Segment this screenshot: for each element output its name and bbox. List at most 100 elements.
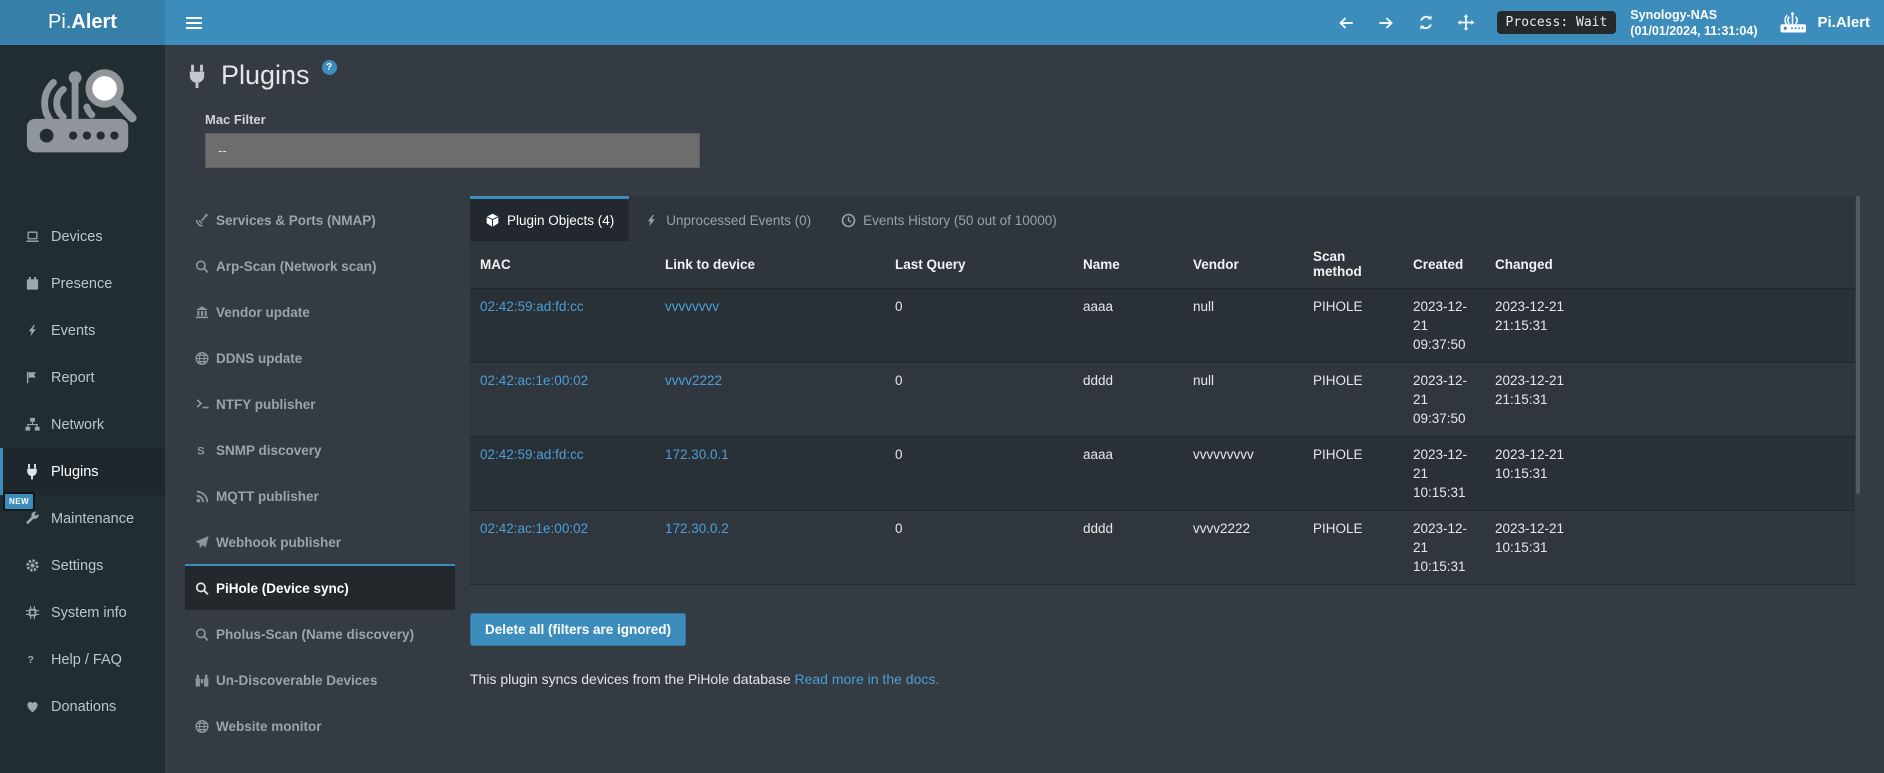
s-letter-icon: S bbox=[193, 443, 211, 458]
column-header-name[interactable]: Name bbox=[1073, 241, 1183, 289]
column-header-link-to-device[interactable]: Link to device bbox=[655, 241, 885, 289]
cell-mac: 02:42:59:ad:fd:cc bbox=[470, 289, 655, 363]
app-logo[interactable]: Pi.Alert bbox=[0, 0, 165, 45]
cell-changed: 2023-12-2121:15:31 bbox=[1485, 363, 1855, 437]
app-ident: Pi.Alert bbox=[1779, 10, 1870, 36]
cell-link: vvvvvvvv bbox=[655, 289, 885, 363]
rss-icon bbox=[193, 489, 211, 504]
plugin-nav-item-webhook-publisher[interactable]: Webhook publisher bbox=[185, 518, 455, 564]
sidebar: Devices PresenceEventsReportNetworkPlugin… bbox=[0, 45, 165, 773]
globe-icon bbox=[193, 351, 211, 366]
mac-link[interactable]: 02:42:59:ad:fd:cc bbox=[480, 447, 584, 462]
cell-name: aaaa bbox=[1073, 437, 1183, 511]
plugin-nav-label: NTFY publisher bbox=[216, 397, 316, 412]
column-header-vendor[interactable]: Vendor bbox=[1183, 241, 1303, 289]
plugin-nav-label: Vendor update bbox=[216, 305, 310, 320]
plugin-nav-item-services-ports-nmap[interactable]: Services & Ports (NMAP) bbox=[185, 196, 455, 242]
table-row: 02:42:59:ad:fd:cc172.30.0.10aaaavvvvvvvv… bbox=[470, 437, 1855, 511]
plugin-nav-label: MQTT publisher bbox=[216, 489, 319, 504]
sidebar-item-label: System info bbox=[51, 605, 127, 621]
plugin-nav-item-vendor-update[interactable]: Vendor update bbox=[185, 288, 455, 334]
cell-vendor: vvvv2222 bbox=[1183, 511, 1303, 585]
sidebar-item-presence[interactable]: Presence bbox=[0, 260, 165, 307]
device-link[interactable]: vvvv2222 bbox=[665, 373, 722, 388]
plugin-nav-label: Services & Ports (NMAP) bbox=[216, 213, 376, 228]
cell-created: 2023-12-2110:15:31 bbox=[1403, 437, 1485, 511]
cell-last_query: 0 bbox=[885, 363, 1073, 437]
refresh-icon[interactable] bbox=[1417, 14, 1435, 32]
plugin-nav-item-ntfy-publisher[interactable]: NTFY publisher bbox=[185, 380, 455, 426]
sidebar-toggle-icon[interactable] bbox=[177, 0, 211, 45]
column-header-mac[interactable]: MAC bbox=[470, 241, 655, 289]
sidebar-item-label: Donations bbox=[51, 699, 116, 715]
host-timestamp: (01/01/2024, 11:31:04) bbox=[1630, 23, 1757, 39]
wrench-icon bbox=[22, 510, 42, 527]
question-icon: ? bbox=[22, 651, 42, 668]
cell-link: 172.30.0.1 bbox=[655, 437, 885, 511]
tab-unprocessed-events-0[interactable]: Unprocessed Events (0) bbox=[629, 196, 826, 241]
cell-name: dddd bbox=[1073, 511, 1183, 585]
plugin-nav-item-pholus-scan-name-discovery[interactable]: Pholus-Scan (Name discovery) bbox=[185, 610, 455, 656]
sidebar-item-help-faq[interactable]: ?Help / FAQ bbox=[0, 636, 165, 683]
tab-events-history-50-out-of-10000[interactable]: Events History (50 out of 10000) bbox=[826, 196, 1072, 241]
mac-link[interactable]: 02:42:ac:1e:00:02 bbox=[480, 521, 588, 536]
tab-label: Plugin Objects (4) bbox=[507, 213, 614, 228]
plugin-nav-item-website-monitor[interactable]: Website monitor bbox=[185, 702, 455, 748]
sidebar-item-events[interactable]: Events bbox=[0, 307, 165, 354]
plugin-nav-item-pihole-device-sync[interactable]: PiHole (Device sync) bbox=[185, 564, 455, 610]
mac-link[interactable]: 02:42:59:ad:fd:cc bbox=[480, 299, 584, 314]
device-link[interactable]: 172.30.0.1 bbox=[665, 447, 729, 462]
sidebar-item-plugins[interactable]: Plugins bbox=[0, 448, 165, 495]
topbar: Pi.Alert Process: Wait Synology-NAS (01/… bbox=[0, 0, 1884, 45]
tab-plugin-objects-4[interactable]: Plugin Objects (4) bbox=[470, 196, 629, 241]
plugin-nav-label: Pholus-Scan (Name discovery) bbox=[216, 627, 414, 642]
bank-icon bbox=[193, 305, 211, 320]
cell-mac: 02:42:59:ad:fd:cc bbox=[470, 437, 655, 511]
sidebar-item-network[interactable]: Network bbox=[0, 401, 165, 448]
delete-all-button[interactable]: Delete all (filters are ignored) bbox=[470, 613, 686, 646]
plugin-nav-item-snmp-discovery[interactable]: SSNMP discovery bbox=[185, 426, 455, 472]
heart-icon bbox=[22, 698, 42, 715]
sidebar-item-donations[interactable]: Donations bbox=[0, 683, 165, 730]
table-row: 02:42:59:ad:fd:ccvvvvvvvv0aaaanullPIHOLE… bbox=[470, 289, 1855, 363]
column-header-created[interactable]: Created bbox=[1403, 241, 1485, 289]
satellite-dish-icon bbox=[193, 213, 211, 228]
mac-link[interactable]: 02:42:ac:1e:00:02 bbox=[480, 373, 588, 388]
plugin-detail-panel: Plugin Objects (4) Unprocessed Events (0)… bbox=[470, 196, 1855, 748]
cell-vendor: vvvvvvvvv bbox=[1183, 437, 1303, 511]
plugin-nav-item-ddns-update[interactable]: DDNS update bbox=[185, 334, 455, 380]
plugin-nav-label: Webhook publisher bbox=[216, 535, 341, 550]
arrow-left-icon[interactable] bbox=[1337, 14, 1355, 32]
plugin-nav-label: Website monitor bbox=[216, 719, 322, 734]
column-header-changed[interactable]: Changed bbox=[1485, 241, 1855, 289]
sidebar-item-label: Maintenance bbox=[51, 511, 134, 527]
plugin-description-text: This plugin syncs devices from the PiHol… bbox=[470, 671, 795, 687]
sidebar-item-settings[interactable]: Settings bbox=[0, 542, 165, 589]
device-link[interactable]: 172.30.0.2 bbox=[665, 521, 729, 536]
sidebar-item-label: Devices bbox=[51, 229, 103, 245]
tab-bar: Plugin Objects (4) Unprocessed Events (0)… bbox=[470, 196, 1855, 241]
terminal-icon bbox=[193, 397, 211, 412]
table-scrollbar[interactable] bbox=[1856, 196, 1860, 494]
sidebar-item-devices[interactable]: Devices bbox=[0, 213, 165, 260]
plugin-nav-item-mqtt-publisher[interactable]: MQTT publisher bbox=[185, 472, 455, 518]
cell-created: 2023-12-2109:37:50 bbox=[1403, 289, 1485, 363]
move-icon[interactable] bbox=[1457, 14, 1475, 32]
mac-filter-input[interactable] bbox=[205, 133, 700, 168]
flag-icon bbox=[22, 369, 42, 386]
plugin-nav-item-arp-scan-network-scan[interactable]: Arp-Scan (Network scan) bbox=[185, 242, 455, 288]
plugin-nav: Services & Ports (NMAP) Arp-Scan (Network… bbox=[185, 196, 455, 748]
help-badge[interactable]: ? bbox=[322, 60, 337, 75]
sidebar-item-report[interactable]: Report bbox=[0, 354, 165, 401]
plugin-nav-item-un-discoverable-devices[interactable]: Un-Discoverable Devices bbox=[185, 656, 455, 702]
column-header-last-query[interactable]: Last Query bbox=[885, 241, 1073, 289]
arrow-right-icon[interactable] bbox=[1377, 14, 1395, 32]
paper-plane-icon bbox=[193, 535, 211, 550]
docs-link[interactable]: Read more in the docs. bbox=[795, 671, 940, 687]
column-header-scan-method[interactable]: Scan method bbox=[1303, 241, 1403, 289]
table-row: 02:42:ac:1e:00:02172.30.0.20ddddvvvv2222… bbox=[470, 511, 1855, 585]
device-link[interactable]: vvvvvvvv bbox=[665, 299, 719, 314]
sidebar-item-system-info[interactable]: System info bbox=[0, 589, 165, 636]
plug-icon bbox=[185, 63, 209, 89]
host-info: Synology-NAS (01/01/2024, 11:31:04) bbox=[1630, 7, 1757, 39]
